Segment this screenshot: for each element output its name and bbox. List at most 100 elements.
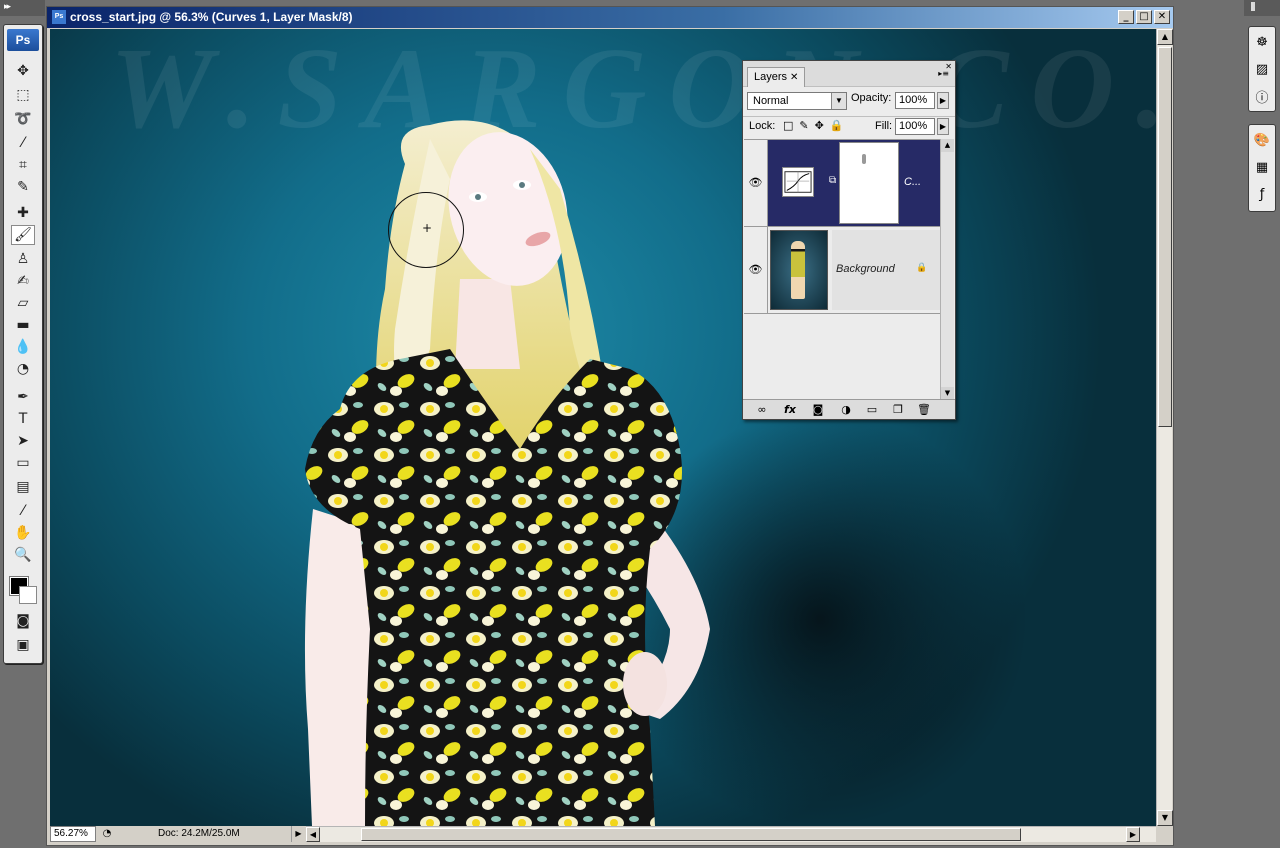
opacity-slider-arrow-icon[interactable]: ▶: [937, 92, 949, 109]
layer-name[interactable]: C...: [904, 176, 921, 188]
scroll-left-icon[interactable]: ◀: [306, 827, 320, 842]
close-tab-icon[interactable]: ✕: [790, 72, 798, 83]
document-title-bar[interactable]: Ps cross_start.jpg @ 56.3% (Curves 1, La…: [47, 7, 1173, 28]
toolbox-grip[interactable]: ▸▸: [0, 0, 45, 16]
layers-scrollbar[interactable]: ▲ ▼: [940, 139, 954, 400]
vertical-scroll-thumb[interactable]: [1158, 47, 1172, 427]
opacity-label: Opacity:: [851, 92, 892, 104]
link-layers-icon[interactable]: ∞: [753, 402, 771, 417]
scroll-up-icon[interactable]: ▲: [941, 139, 954, 152]
magic-wand-tool-icon[interactable]: ⁄: [11, 133, 35, 153]
slice-tool-icon[interactable]: ✎: [11, 177, 35, 197]
lock-pixels-icon[interactable]: ✎: [799, 119, 814, 132]
styles-icon[interactable]: ƒ: [1252, 184, 1272, 204]
fill-field[interactable]: 100%: [895, 118, 935, 135]
eye-icon[interactable]: 👁: [744, 140, 768, 226]
mask-link-icon[interactable]: ⧉: [829, 175, 836, 186]
ps-logo[interactable]: Ps: [7, 29, 39, 51]
document-title: cross_start.jpg @ 56.3% (Curves 1, Layer…: [70, 10, 353, 24]
eraser-tool-icon[interactable]: ▱: [11, 293, 35, 313]
scroll-down-icon[interactable]: ▼: [1157, 810, 1173, 826]
pen-tool-icon[interactable]: ✒: [11, 387, 35, 407]
layers-panel-header[interactable]: Layers ✕ ▸≡ ✕: [743, 61, 955, 87]
folder-icon[interactable]: ▭: [863, 402, 881, 417]
toolbox: Ps ✥ ⬚ ➰ ⁄ ⌗ ✎ ✚ 🖌 ♙ ✍ ▱ ▬ 💧 ◔ ✒ T ➤ ▭ ▤ ⁄ ✋ 🔍 ◙ ▣: [3, 24, 43, 664]
gradient-tool-icon[interactable]: ▬: [11, 315, 35, 335]
lock-label: Lock:: [749, 120, 776, 132]
screen-mode-icon[interactable]: ▣: [11, 635, 35, 655]
crop-tool-icon[interactable]: ⌗: [11, 155, 35, 175]
tab-layers[interactable]: Layers ✕: [747, 67, 806, 87]
image-canvas[interactable]: W.SARGON.CO.C: [50, 29, 1156, 826]
opacity-field[interactable]: 100%: [895, 92, 935, 109]
layer-list: 👁 ⧉ C... 👁 Background 🔒: [744, 139, 940, 399]
document-window: Ps cross_start.jpg @ 56.3% (Curves 1, La…: [46, 6, 1174, 846]
horizontal-scrollbar[interactable]: ◀ ▶: [306, 826, 1156, 842]
blur-tool-icon[interactable]: 💧: [11, 337, 35, 357]
marquee-tool-icon[interactable]: ⬚: [11, 85, 35, 105]
maximize-button[interactable]: □: [1136, 10, 1152, 24]
hand-tool-icon[interactable]: ✋: [11, 523, 35, 543]
ps-document-icon: Ps: [52, 10, 66, 24]
layer-row-curves[interactable]: 👁 ⧉ C...: [744, 140, 940, 227]
lock-position-icon[interactable]: ✥: [815, 119, 830, 132]
notes-tool-icon[interactable]: ▤: [11, 477, 35, 497]
swatches-icon[interactable]: ▦: [1252, 157, 1272, 177]
quick-mask-icon[interactable]: ◙: [11, 611, 35, 631]
new-layer-icon[interactable]: ❐: [889, 402, 907, 417]
panel-dock-bottom: 🎨 ▦ ƒ: [1248, 124, 1276, 212]
histogram-icon[interactable]: ▨: [1252, 59, 1272, 79]
adjustment-layer-icon[interactable]: ◑: [837, 402, 855, 417]
scroll-right-icon[interactable]: ▶: [1126, 827, 1140, 842]
brush-tool-icon[interactable]: 🖌: [11, 225, 35, 245]
lasso-tool-icon[interactable]: ➰: [11, 109, 35, 129]
dodge-tool-icon[interactable]: ◔: [11, 359, 35, 379]
lock-icon: 🔒: [916, 263, 928, 273]
layer-name[interactable]: Background: [836, 263, 895, 275]
status-menu-arrow-icon[interactable]: ▶: [291, 826, 305, 842]
layers-panel-footer: ∞ fx ◙ ◑ ▭ ❐ 🗑: [743, 399, 955, 419]
move-tool-icon[interactable]: ✥: [11, 61, 35, 81]
lock-all-icon[interactable]: 🔒: [830, 119, 850, 132]
type-tool-icon[interactable]: T: [11, 409, 35, 429]
navigator-icon[interactable]: ☸: [1252, 32, 1272, 52]
layer-mask-thumbnail[interactable]: [839, 142, 899, 224]
panel-dock-top: ☸ ▨ ⓘ: [1248, 26, 1276, 112]
chevron-down-icon: ▼: [831, 93, 846, 109]
eyedropper-tool-icon[interactable]: ⁄: [11, 501, 35, 521]
horizontal-scroll-thumb[interactable]: [361, 828, 1021, 841]
status-info-icon[interactable]: ◔: [100, 827, 114, 841]
fx-icon[interactable]: fx: [781, 402, 799, 417]
zoom-tool-icon[interactable]: 🔍: [11, 545, 35, 565]
info-icon[interactable]: ⓘ: [1252, 86, 1272, 106]
path-selection-tool-icon[interactable]: ➤: [11, 431, 35, 451]
lock-transparency-icon[interactable]: □: [783, 119, 799, 132]
lock-options[interactable]: □✎✥🔒: [783, 119, 850, 132]
shape-tool-icon[interactable]: ▭: [11, 453, 35, 473]
document-size-info: Doc: 24.2M/25.0M: [158, 828, 240, 839]
divider: [743, 116, 955, 117]
blend-mode-select[interactable]: Normal ▼: [747, 92, 847, 110]
fill-slider-arrow-icon[interactable]: ▶: [937, 118, 949, 135]
scroll-up-icon[interactable]: ▲: [1157, 29, 1173, 45]
brush-cursor: [388, 192, 464, 268]
panel-close-icon[interactable]: ✕: [945, 62, 952, 71]
close-button[interactable]: ✕: [1154, 10, 1170, 24]
trash-icon[interactable]: 🗑: [915, 402, 933, 417]
healing-brush-tool-icon[interactable]: ✚: [11, 203, 35, 223]
layer-row-background[interactable]: 👁 Background 🔒: [744, 227, 940, 314]
vertical-scrollbar[interactable]: ▲ ▼: [1156, 29, 1173, 826]
background-color-swatch[interactable]: [19, 586, 37, 604]
brushes-icon[interactable]: 🎨: [1252, 130, 1272, 150]
layers-tab-label: Layers: [754, 71, 788, 83]
dock-grip[interactable]: ||||: [1244, 0, 1280, 16]
add-mask-icon[interactable]: ◙: [809, 402, 827, 417]
zoom-field[interactable]: 56.27%: [50, 826, 96, 842]
eye-icon[interactable]: 👁: [744, 227, 768, 313]
curves-adjustment-icon[interactable]: [782, 167, 814, 197]
minimize-button[interactable]: _: [1118, 10, 1134, 24]
history-brush-tool-icon[interactable]: ✍: [11, 271, 35, 291]
clone-stamp-tool-icon[interactable]: ♙: [11, 249, 35, 269]
background-thumbnail[interactable]: [770, 230, 828, 310]
layers-panel: Layers ✕ ▸≡ ✕ Normal ▼ Opacity: 100% ▶ Lo…: [742, 60, 956, 420]
